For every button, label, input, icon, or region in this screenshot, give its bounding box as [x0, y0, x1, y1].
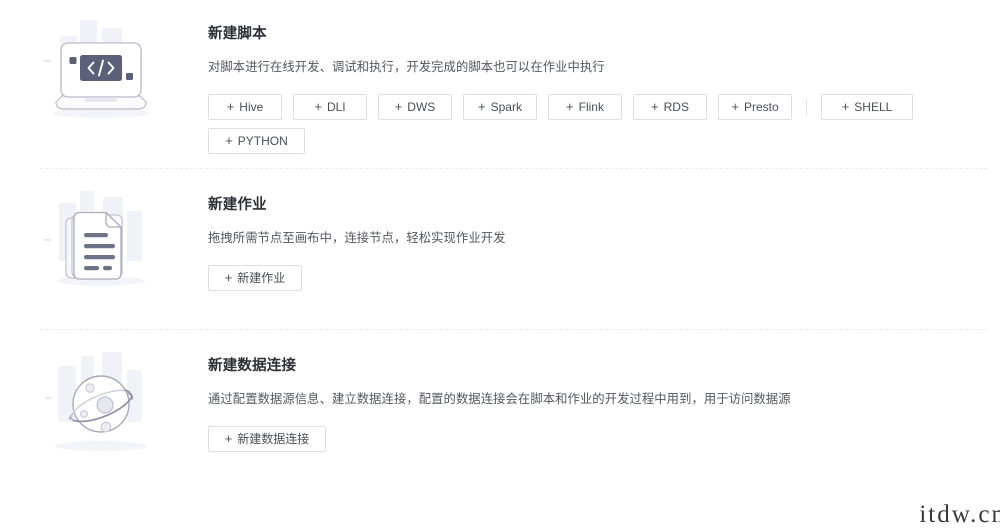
section-body: 新建作业 拖拽所需节点至画布中，连接节点，轻松实现作业开发 + 新建作业: [176, 181, 1000, 299]
button-label: 新建数据连接: [237, 432, 310, 446]
button-label: Spark: [490, 100, 522, 114]
create-script-flink-button[interactable]: + Flink: [548, 94, 622, 120]
plus-icon: +: [225, 133, 233, 148]
create-script-hive-button[interactable]: + Hive: [208, 94, 282, 120]
plus-icon: +: [394, 99, 403, 114]
create-script-shell-button[interactable]: + SHELL: [821, 94, 913, 120]
planet-icon: [26, 342, 176, 472]
plus-icon: +: [841, 99, 850, 114]
plus-icon: +: [478, 99, 486, 114]
button-label: DLI: [326, 100, 346, 114]
page-title: 新建数据连接: [208, 358, 297, 374]
watermark: itdw.cn: [919, 501, 1000, 528]
create-script-rds-button[interactable]: + RDS: [633, 94, 707, 120]
section-body: 新建数据连接 通过配置数据源信息、建立数据连接，配置的数据连接会在脚本和作业的开…: [176, 342, 1000, 460]
plus-icon: +: [224, 270, 233, 285]
page-title: 新建作业: [208, 197, 267, 213]
button-group-separator: [806, 98, 807, 116]
button-label: RDS: [663, 100, 689, 114]
button-label: 新建作业: [237, 271, 286, 285]
create-script-dli-button[interactable]: + DLI: [293, 94, 367, 120]
button-label: SHELL: [854, 100, 893, 114]
page-root: 新建脚本 对脚本进行在线开发、调试和执行，开发完成的脚本也可以在作业中执行 + …: [0, 0, 1000, 531]
plus-icon: +: [651, 99, 659, 114]
button-label: Presto: [743, 100, 779, 114]
create-data-connection-button[interactable]: + 新建数据连接: [208, 426, 326, 452]
page-title: 新建脚本: [208, 26, 267, 42]
section-description: 拖拽所需节点至画布中，连接节点，轻松实现作业开发: [208, 231, 506, 245]
laptop-code-icon: [26, 10, 176, 140]
job-button-row: + 新建作业: [208, 265, 1000, 299]
plus-icon: +: [314, 99, 322, 114]
documents-icon: [26, 181, 176, 311]
script-type-button-row: + Hive + DLI + DWS + Spark + Flink + RDS…: [208, 94, 1000, 162]
button-label: PYTHON: [237, 134, 288, 148]
section-new-job: 新建作业 拖拽所需节点至画布中，连接节点，轻松实现作业开发 + 新建作业: [0, 169, 1000, 329]
section-body: 新建脚本 对脚本进行在线开发、调试和执行，开发完成的脚本也可以在作业中执行 + …: [176, 10, 1000, 162]
plus-icon: +: [731, 99, 739, 114]
data-connection-button-row: + 新建数据连接: [208, 426, 1000, 460]
section-description: 通过配置数据源信息、建立数据连接，配置的数据连接会在脚本和作业的开发过程中用到，…: [208, 392, 791, 406]
create-script-presto-button[interactable]: + Presto: [718, 94, 792, 120]
create-script-python-button[interactable]: + PYTHON: [208, 128, 305, 154]
section-new-data-connection: 新建数据连接 通过配置数据源信息、建立数据连接，配置的数据连接会在脚本和作业的开…: [0, 330, 1000, 490]
create-script-spark-button[interactable]: + Spark: [463, 94, 537, 120]
section-new-script: 新建脚本 对脚本进行在线开发、调试和执行，开发完成的脚本也可以在作业中执行 + …: [0, 0, 1000, 168]
plus-icon: +: [224, 431, 233, 446]
plus-icon: +: [226, 99, 235, 114]
button-label: DWS: [407, 100, 436, 114]
button-label: Hive: [239, 100, 264, 114]
plus-icon: +: [566, 99, 574, 114]
section-description: 对脚本进行在线开发、调试和执行，开发完成的脚本也可以在作业中执行: [208, 60, 605, 74]
create-script-dws-button[interactable]: + DWS: [378, 94, 452, 120]
button-label: Flink: [578, 100, 604, 114]
create-job-button[interactable]: + 新建作业: [208, 265, 302, 291]
